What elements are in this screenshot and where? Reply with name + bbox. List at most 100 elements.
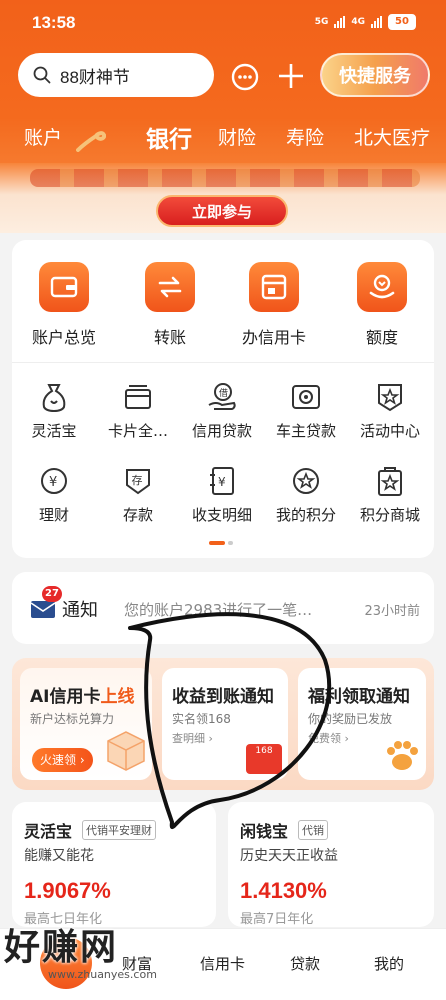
promo-title: AI信用卡上线 <box>30 687 135 707</box>
svg-text:¥: ¥ <box>49 475 57 490</box>
svg-text:¥: ¥ <box>218 475 226 489</box>
status-time: 13:58 <box>32 13 76 32</box>
quota-icon <box>357 262 407 312</box>
transfer-icon <box>145 262 195 312</box>
service-activity-center[interactable]: 活动中心 <box>348 380 432 441</box>
service-label: 积分商城 <box>359 506 420 524</box>
service-card-all[interactable]: 卡片全… <box>96 380 180 441</box>
ledger-icon: ¥ <box>205 464 239 498</box>
ruyi-decoration-icon <box>76 131 106 152</box>
banner-artwork <box>30 169 420 187</box>
transfer-button[interactable]: 转账 <box>120 262 220 348</box>
transfer-label: 转账 <box>153 328 186 347</box>
notification-title: 通知 <box>62 600 98 621</box>
free-claim-link[interactable]: 免费领 › <box>308 730 349 746</box>
watermark-url: www.zhuanyes.com <box>48 968 157 981</box>
service-label: 信用贷款 <box>191 422 252 440</box>
yuan-circle-icon: ¥ <box>37 464 71 498</box>
notification-bar[interactable]: 27 通知 您的账户2983进行了一笔… 23小时前 <box>12 572 434 644</box>
fund-card-xianqianbao[interactable]: 闲钱宝 代销 历史天天正收益 1.4130% 最高7日年化 <box>228 802 434 927</box>
tab-life-insurance[interactable]: 寿险 <box>286 123 324 150</box>
service-label: 收支明细 <box>191 506 252 524</box>
view-details-link[interactable]: 查明细 › <box>172 730 213 746</box>
tab-property-insurance[interactable]: 财险 <box>218 123 256 150</box>
fund-card-linghuobao[interactable]: 灵活宝 代销平安理财 能赚又能花 1.9067% 最高七日年化 <box>12 802 216 927</box>
promo-title: 福利领取通知 <box>308 687 410 707</box>
fund-rate: 1.4130% <box>240 878 327 903</box>
svg-text:借: 借 <box>219 387 228 399</box>
fund-tag: 代销 <box>298 820 328 840</box>
money-bag-icon <box>37 380 71 414</box>
card-stack-icon <box>121 380 155 414</box>
promo-subtitle: 你的奖励已发放 <box>308 712 393 726</box>
fund-tag: 代销平安理财 <box>82 820 156 840</box>
join-now-button[interactable]: 立即参与 <box>156 195 288 227</box>
network-5g-label: 5G <box>314 17 329 27</box>
promo-title: 收益到账通知 <box>172 687 274 707</box>
chat-icon[interactable] <box>230 62 260 92</box>
apply-credit-card-label: 办信用卡 <box>241 328 306 347</box>
page-indicator <box>209 541 233 545</box>
account-overview-button[interactable]: 账户总览 <box>14 262 114 348</box>
fund-rate: 1.9067% <box>24 878 111 903</box>
nav-mine[interactable]: 我的 <box>374 953 404 974</box>
service-my-points[interactable]: 我的积分 <box>264 464 348 525</box>
star-bag-icon <box>373 464 407 498</box>
tab-medical[interactable]: 北大医疗 <box>354 123 430 150</box>
car-icon <box>289 380 323 414</box>
notification-time: 23小时前 <box>364 604 420 619</box>
promo-benefit-notice[interactable]: 福利领取通知 你的奖励已发放 免费领 › <box>298 668 426 780</box>
service-label: 活动中心 <box>359 422 420 440</box>
claim-now-button[interactable]: 火速领 › <box>32 748 93 772</box>
apply-credit-card-button[interactable]: 办信用卡 <box>224 262 324 348</box>
deposit-shield-icon: 存 <box>121 464 155 498</box>
service-label: 灵活宝 <box>31 422 77 440</box>
search-icon <box>33 66 51 84</box>
loan-hand-icon: 借 <box>205 380 239 414</box>
tab-bank[interactable]: 银行 <box>146 120 192 154</box>
network-4g-label: 4G <box>351 17 365 27</box>
divider <box>12 362 434 363</box>
service-wealth[interactable]: ¥ 理财 <box>12 464 96 525</box>
nav-credit-card[interactable]: 信用卡 <box>200 953 245 974</box>
services-card: 账户总览 转账 办信用卡 额度 灵活宝 卡片全… 借 信用贷款 车主贷款 活动中… <box>12 240 434 558</box>
tab-account[interactable]: 账户 <box>24 123 62 150</box>
fund-name: 闲钱宝 <box>240 822 289 841</box>
plus-icon[interactable] <box>277 62 305 90</box>
service-transactions[interactable]: ¥ 收支明细 <box>180 464 264 525</box>
signal-icon-2 <box>371 16 382 28</box>
service-car-loan[interactable]: 车主贷款 <box>264 380 348 441</box>
service-label: 理财 <box>38 506 69 524</box>
search-input[interactable]: 88财神节 <box>18 53 214 97</box>
prize-amount: 168 <box>255 746 273 756</box>
star-circle-icon <box>289 464 323 498</box>
promo-subtitle: 新户达标兑算力 <box>30 712 115 726</box>
service-deposit[interactable]: 存 存款 <box>96 464 180 525</box>
search-placeholder: 88财神节 <box>60 67 130 87</box>
quick-service-button[interactable]: 快捷服务 <box>320 53 430 97</box>
notification-text: 您的账户2983进行了一笔… <box>124 601 313 619</box>
account-overview-label: 账户总览 <box>31 328 96 347</box>
service-credit-loan[interactable]: 借 信用贷款 <box>180 380 264 441</box>
promo-ai-credit-card[interactable]: AI信用卡上线 新户达标兑算力 火速领 › <box>20 668 152 780</box>
fund-description: 历史天天正收益 <box>240 848 338 864</box>
fund-description: 能赚又能花 <box>24 848 94 864</box>
promo-section: AI信用卡上线 新户达标兑算力 火速领 › 收益到账通知 实名领168 查明细 … <box>12 658 434 790</box>
service-linghuobao[interactable]: 灵活宝 <box>12 380 96 441</box>
nav-loan[interactable]: 贷款 <box>290 953 320 974</box>
status-bar: 13:58 5G 4G 50 <box>0 0 446 48</box>
top-tabs: 账户 银行 财险 寿险 北大医疗 <box>0 123 446 163</box>
service-label: 卡片全… <box>107 422 168 440</box>
svg-text:存: 存 <box>132 473 143 487</box>
wallet-icon <box>39 262 89 312</box>
signal-icon <box>334 16 346 28</box>
service-label: 车主贷款 <box>275 422 336 440</box>
service-label: 我的积分 <box>275 506 336 524</box>
quota-label: 额度 <box>365 328 398 347</box>
battery-icon: 50 <box>388 14 416 30</box>
paw-icon <box>387 741 418 770</box>
promo-earnings-notice[interactable]: 收益到账通知 实名领168 查明细 › 168 <box>162 668 288 780</box>
service-label: 存款 <box>122 506 153 524</box>
service-points-mall[interactable]: 积分商城 <box>348 464 432 525</box>
quota-button[interactable]: 额度 <box>332 262 432 348</box>
